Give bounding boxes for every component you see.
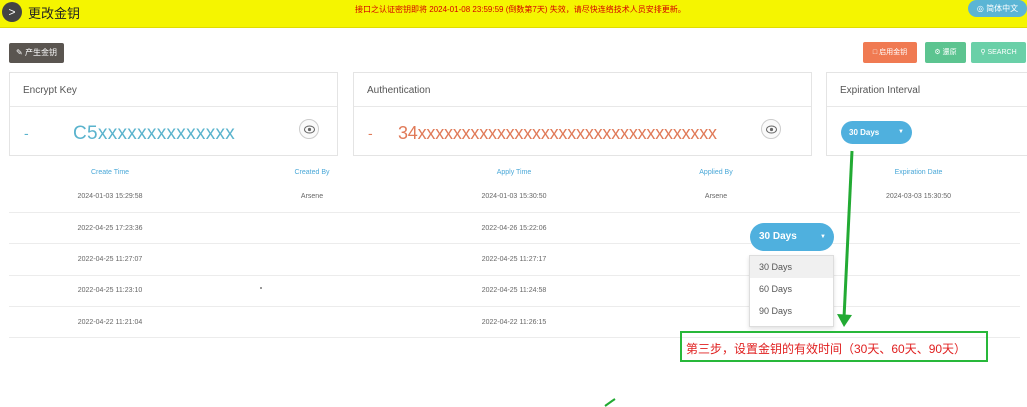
- table-cell: 2022-04-25 17:23:36: [9, 212, 211, 245]
- table-row[interactable]: 2022-04-25 17:23:36 2022-04-26 15:22:06: [9, 212, 1020, 245]
- expiry-notice: 接口之认证密钥即将 2024-01-08 23:59:59 (倒数第7天) 失效…: [355, 5, 686, 14]
- encrypt-key-title: Encrypt Key: [10, 73, 337, 107]
- refresh-label: 還原: [942, 49, 957, 56]
- instruction-text: 第三步，设置金钥的有效时间（30天、60天、90天）: [686, 342, 967, 356]
- authentication-card: Authentication - 34xxxxxxxxxxxxxxxxxxxxx…: [353, 72, 812, 156]
- column-header[interactable]: Created By: [211, 164, 413, 181]
- generate-key-label: 产生金钥: [24, 48, 57, 57]
- table-cell: [817, 212, 1020, 245]
- table-cell: 2022-04-26 15:22:06: [413, 212, 615, 245]
- column-header[interactable]: Apply Time: [413, 164, 615, 181]
- table-cell: 2022-04-25 11:24:58: [413, 275, 615, 308]
- table-cell: 2022-04-22 11:26:15: [413, 306, 615, 339]
- edit-icon: ✎: [16, 48, 23, 57]
- language-button[interactable]: ◎ 简体中文: [968, 0, 1027, 17]
- table-cell: [211, 275, 413, 308]
- apply-key-label: 启用金钥: [879, 49, 908, 56]
- arrow-fragment-icon: [604, 398, 616, 407]
- chevron-right-icon[interactable]: >: [2, 2, 22, 22]
- expiration-dropdown-menu: 30 Days 60 Days 90 Days: [749, 255, 834, 327]
- document-icon: □: [872, 49, 878, 56]
- dropdown-option-30-days[interactable]: 30 Days: [750, 256, 833, 278]
- instruction-callout: 第三步，设置金钥的有效时间（30天、60天、90天）: [680, 331, 988, 362]
- table-cell: 2022-04-22 11:21:04: [9, 306, 211, 339]
- table-cell: [817, 243, 1020, 276]
- eye-icon[interactable]: [761, 119, 781, 139]
- column-header[interactable]: Applied By: [615, 164, 817, 181]
- encrypt-key-card: Encrypt Key - C5xxxxxxxxxxxxxx: [9, 72, 338, 156]
- authentication-value: 34xxxxxxxxxxxxxxxxxxxxxxxxxxxxxxxxxx: [398, 123, 717, 143]
- table-cell: [817, 275, 1020, 308]
- stray-dot: [260, 287, 262, 289]
- table-cell: 2022-04-25 11:23:10: [9, 275, 211, 308]
- expiration-interval-title: Expiration Interval: [827, 73, 1027, 107]
- authentication-title: Authentication: [354, 73, 811, 107]
- table-cell: 2022-04-25 11:27:07: [9, 243, 211, 276]
- key-history-table: Create Time Created By Apply Time Applie…: [9, 164, 1020, 339]
- table-row[interactable]: 2024-01-03 15:29:58 Arsene 2024-01-03 15…: [9, 181, 1020, 213]
- dropdown-option-60-days[interactable]: 60 Days: [750, 278, 833, 300]
- expiration-select-value: 30 Days: [849, 128, 880, 137]
- dropdown-selected-value: 30 Days: [759, 231, 797, 242]
- chevron-down-icon: ▼: [898, 129, 904, 135]
- gear-icon: ⚙: [934, 49, 941, 56]
- expiration-select[interactable]: 30 Days ▼: [841, 121, 912, 144]
- table-cell: [211, 243, 413, 276]
- search-icon: ⚲: [980, 49, 986, 56]
- authentication-dash: -: [368, 125, 373, 141]
- globe-icon: ◎: [976, 4, 984, 13]
- table-header-row: Create Time Created By Apply Time Applie…: [9, 164, 1020, 181]
- column-header[interactable]: Create Time: [9, 164, 211, 181]
- table-row[interactable]: 2022-04-25 11:23:10 2022-04-25 11:24:58: [9, 275, 1020, 308]
- encrypt-key-dash: -: [24, 125, 29, 141]
- expiration-dropdown-toggle[interactable]: 30 Days ▼: [750, 223, 834, 251]
- search-label: SEARCH: [987, 49, 1017, 56]
- page-title: 更改金钥: [28, 6, 81, 21]
- language-label: 简体中文: [986, 4, 1019, 13]
- generate-key-button[interactable]: ✎ 产生金钥: [9, 43, 64, 63]
- chevron-down-icon: ▼: [820, 234, 826, 240]
- table-cell: 2022-04-25 11:27:17: [413, 243, 615, 276]
- table-cell: Arsene: [211, 181, 413, 213]
- column-header[interactable]: Expiration Date: [817, 164, 1020, 181]
- apply-key-button[interactable]: □ 启用金钥: [863, 42, 917, 63]
- search-button[interactable]: ⚲ SEARCH: [971, 42, 1026, 63]
- table-row[interactable]: 2022-04-25 11:27:07 2022-04-25 11:27:17: [9, 243, 1020, 276]
- table-cell: [211, 212, 413, 245]
- refresh-button[interactable]: ⚙ 還原: [925, 42, 966, 63]
- table-cell: 2024-01-03 15:30:50: [413, 181, 615, 213]
- table-cell: [211, 306, 413, 339]
- dropdown-option-90-days[interactable]: 90 Days: [750, 300, 833, 322]
- table-cell: Arsene: [615, 181, 817, 213]
- top-bar: > 更改金钥 接口之认证密钥即将 2024-01-08 23:59:59 (倒数…: [0, 0, 1027, 28]
- encrypt-key-value: C5xxxxxxxxxxxxxx: [73, 123, 236, 144]
- expiration-interval-card: Expiration Interval 30 Days ▼: [826, 72, 1027, 156]
- table-cell: 2024-01-03 15:29:58: [9, 181, 211, 213]
- table-cell: 2024-03-03 15:30:50: [817, 181, 1020, 213]
- eye-icon[interactable]: [299, 119, 319, 139]
